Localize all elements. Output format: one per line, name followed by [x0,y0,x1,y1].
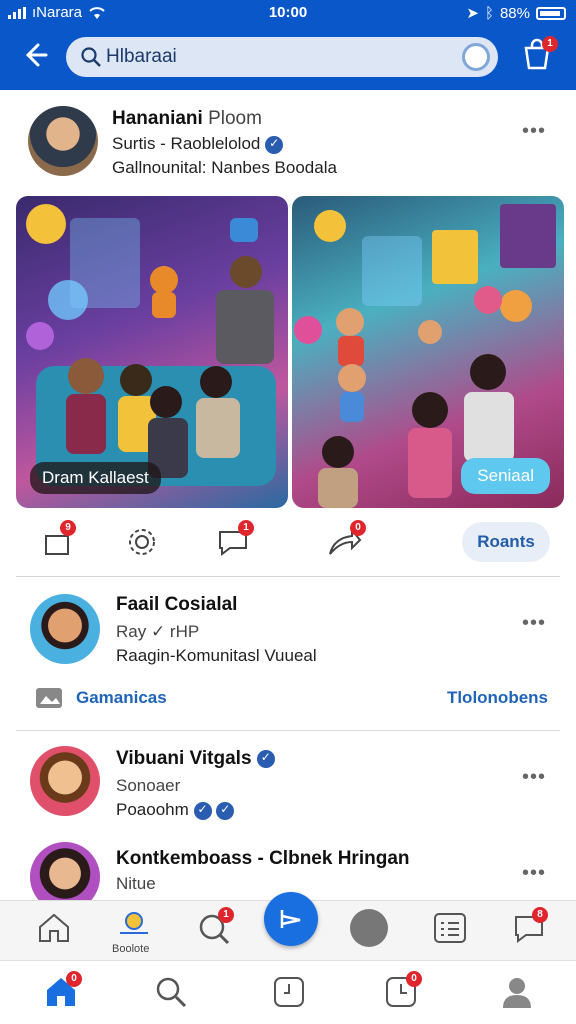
inbox-icon[interactable] [350,909,388,947]
search-bar[interactable]: Hlbaraai [66,37,498,77]
bluetooth-icon: ᛒ [484,4,494,22]
like-badge: 9 [60,520,76,536]
send-icon [280,910,301,928]
chat-badge: 8 [532,907,548,923]
status-bar: ıNarara 10:00 ➤ ᛒ 88% [0,0,576,26]
author-name[interactable]: Hananiani [112,108,203,129]
group-subtitle: Ray ✓ rHP [116,622,200,641]
search-bar-button[interactable]: 1 [196,907,234,947]
list-icon[interactable] [432,911,468,945]
divider [16,730,560,731]
group-links: Gamanicas Tlolonobens [0,680,576,716]
battery-icon [536,6,566,20]
post-header: Hananiani Ploom Surtis - Raoblelolod Gal… [0,90,576,190]
avatar[interactable] [30,594,100,664]
sun-icon[interactable] [116,905,152,937]
gallery-icon [36,688,62,708]
image-caption: Dram Kallaest [30,462,161,494]
home-badge: 0 [66,971,82,987]
games-link[interactable]: Gamanicas [76,688,167,708]
author-suffix: Ploom [208,108,262,129]
more-options-icon[interactable]: ••• [522,862,546,885]
user-subtitle: Nitue [116,874,156,893]
avatar[interactable] [30,746,100,816]
avatar[interactable] [28,106,98,176]
settings-button[interactable] [124,524,160,560]
nav-search-icon[interactable] [154,975,188,1009]
post-actions: 9 1 0 Roants [0,514,576,574]
history-badge: 0 [406,971,422,987]
user-name[interactable]: Kontkemboass - Clbnek Hringan [116,848,410,870]
app-header: Hlbaraai 1 [0,30,576,86]
home-outline-icon[interactable] [36,911,72,945]
post-image-1[interactable]: Dram Kallaest [16,196,288,508]
battery-percent: 88% [499,4,530,22]
like-button[interactable]: 9 [40,520,76,560]
divider [16,576,560,577]
image-action-button[interactable]: Seniaal [461,458,550,494]
toolbar-label: Boolote [112,943,150,955]
search-input[interactable]: Hlbaraai [106,46,177,68]
reactions-button[interactable]: Roants [462,522,550,562]
user-detail: Poaoohm [116,800,189,819]
user-subtitle: Sonoaer [116,776,181,795]
gear-icon [129,529,155,555]
share-badge: 0 [350,520,366,536]
nav-home[interactable]: 0 [44,971,82,1009]
top-bar: ıNarara 10:00 ➤ ᛒ 88% Hlbaraai 1 [0,0,576,90]
more-options-icon[interactable]: ••• [522,766,546,789]
user-name[interactable]: Vibuani Vitgals [116,748,252,769]
nav-clock-icon[interactable] [272,975,306,1009]
post-image-2[interactable]: Seniaal [292,196,564,508]
comment-badge: 1 [238,520,254,536]
search-icon [81,47,101,67]
feed: Hananiani Ploom Surtis - Raoblelolod Gal… [0,90,576,912]
verified-icon [265,135,284,154]
location-icon: ➤ [466,5,479,22]
bottom-nav: 0 0 [0,960,576,1024]
share-button[interactable]: 0 [326,520,366,560]
comment-button[interactable]: 1 [216,520,254,560]
clear-search-icon[interactable] [462,43,490,71]
members-link[interactable]: Tlolonobens [447,688,548,708]
group-name[interactable]: Faail Cosialal [116,594,237,616]
author-location: Gallnounital: Nanbes Boodala [112,158,337,177]
more-options-icon[interactable]: ••• [522,612,546,635]
toolbar-badge: 1 [218,907,234,923]
profile-icon[interactable] [500,975,534,1009]
cart-button[interactable]: 1 [520,36,558,72]
chat-button[interactable]: 8 [512,907,548,947]
verified-icon [256,749,275,768]
group-description: Raagin-Komunitasl Vuueal [116,646,317,665]
back-arrow-icon[interactable] [20,40,52,72]
more-options-icon[interactable]: ••• [522,120,546,143]
cart-badge: 1 [542,36,558,52]
compose-button[interactable] [264,892,318,946]
verified-icon [216,801,235,820]
verified-icon [193,801,212,820]
nav-history[interactable]: 0 [384,971,422,1009]
author-subtitle: Surtis - Raoblelolod [112,134,261,153]
